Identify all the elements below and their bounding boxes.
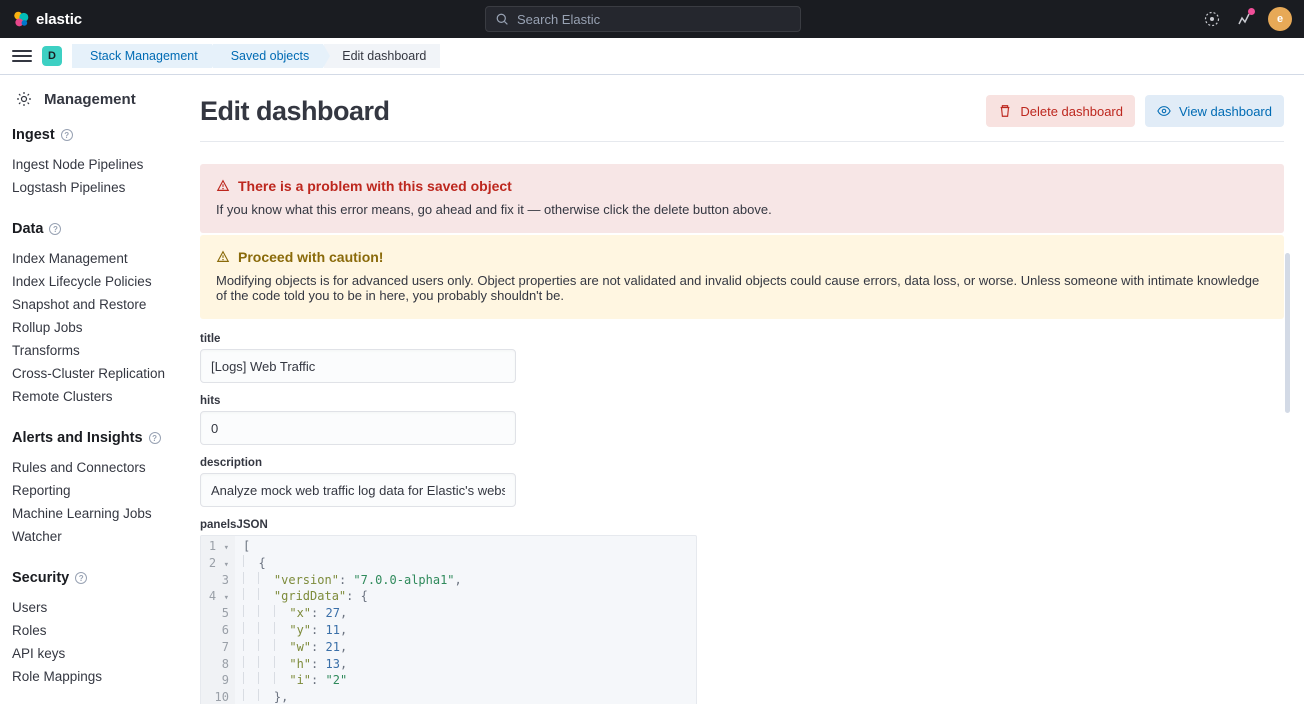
sidebar-item[interactable]: Users xyxy=(12,596,180,619)
sidebar-title: Management xyxy=(12,89,180,109)
elastic-logo-text: elastic xyxy=(36,11,82,28)
sidebar-item[interactable]: Ingest Node Pipelines xyxy=(12,153,180,176)
sidebar-item[interactable]: API keys xyxy=(12,642,180,665)
sidebar-item[interactable]: Rules and Connectors xyxy=(12,456,180,479)
view-dashboard-button[interactable]: View dashboard xyxy=(1145,95,1284,127)
sidebar-item[interactable]: Transforms xyxy=(12,339,180,362)
breadcrumb-stack-management[interactable]: Stack Management xyxy=(72,44,212,68)
callout-error-body: If you know what this error means, go ah… xyxy=(216,202,1268,217)
help-icon[interactable]: ? xyxy=(49,223,61,235)
sidebar-group-title: Data ? xyxy=(12,221,180,237)
title-label: title xyxy=(200,333,1284,345)
description-label: description xyxy=(200,457,1284,469)
scrollbar[interactable] xyxy=(1285,253,1290,413)
alert-icon xyxy=(216,250,230,264)
sidebar-group-title: Alerts and Insights ? xyxy=(12,430,180,446)
panelsjson-editor[interactable]: 1 ▾2 ▾34 ▾56789101112 ▾13 ▾14 ▾ [ { "ver… xyxy=(200,535,697,704)
global-topbar: elastic Search Elastic e xyxy=(0,0,1304,38)
alert-icon xyxy=(216,179,230,193)
breadcrumbs: Stack Management Saved objects Edit dash… xyxy=(72,44,440,68)
breadcrumb-current: Edit dashboard xyxy=(324,44,440,68)
panelsjson-label: panelsJSON xyxy=(200,519,1284,531)
search-placeholder: Search Elastic xyxy=(517,12,600,27)
delete-dashboard-button[interactable]: Delete dashboard xyxy=(986,95,1135,127)
newsfeed-icon[interactable] xyxy=(1236,11,1252,27)
global-search[interactable]: Search Elastic xyxy=(485,6,801,32)
hits-label: hits xyxy=(200,395,1284,407)
help-icon[interactable]: ? xyxy=(75,572,87,584)
elastic-logo[interactable]: elastic xyxy=(12,10,82,28)
sidebar-item[interactable]: Role Mappings xyxy=(12,665,180,688)
sidebar-item[interactable]: Rollup Jobs xyxy=(12,316,180,339)
gear-icon xyxy=(14,89,34,109)
notification-dot xyxy=(1248,8,1255,15)
sidebar-item[interactable]: Watcher xyxy=(12,525,180,548)
sidebar-item[interactable]: Logstash Pipelines xyxy=(12,176,180,199)
description-input[interactable] xyxy=(200,473,516,507)
trash-icon xyxy=(998,104,1012,118)
space-selector[interactable]: D xyxy=(42,46,62,66)
callout-warning: Proceed with caution! Modifying objects … xyxy=(200,235,1284,319)
sidebar-item[interactable]: Index Management xyxy=(12,247,180,270)
main-content: Edit dashboard Delete dashboard View das… xyxy=(180,75,1304,704)
sidebar-item[interactable]: Cross-Cluster Replication xyxy=(12,362,180,385)
sidebar-item[interactable]: Snapshot and Restore xyxy=(12,293,180,316)
nav-toggle-icon[interactable] xyxy=(12,50,32,62)
title-input[interactable] xyxy=(200,349,516,383)
subheader: D Stack Management Saved objects Edit da… xyxy=(0,38,1304,75)
sidebar-item[interactable]: Machine Learning Jobs xyxy=(12,502,180,525)
elastic-logo-icon xyxy=(12,10,30,28)
management-sidebar: Management Ingest ? Ingest Node Pipelines… xyxy=(0,75,180,704)
sidebar-group-title: Ingest ? xyxy=(12,127,180,143)
sidebar-item[interactable]: Roles xyxy=(12,619,180,642)
callout-error: There is a problem with this saved objec… xyxy=(200,164,1284,233)
hits-input[interactable] xyxy=(200,411,516,445)
page-title: Edit dashboard xyxy=(200,96,390,127)
sidebar-group-title: Security ? xyxy=(12,570,180,586)
sidebar-item[interactable]: Index Lifecycle Policies xyxy=(12,270,180,293)
help-icon[interactable]: ? xyxy=(149,432,161,444)
sidebar-item[interactable]: Remote Clusters xyxy=(12,385,180,408)
callout-error-title: There is a problem with this saved objec… xyxy=(238,178,512,194)
help-icon[interactable] xyxy=(1204,11,1220,27)
help-icon[interactable]: ? xyxy=(61,129,73,141)
callout-warning-title: Proceed with caution! xyxy=(238,249,383,265)
user-avatar[interactable]: e xyxy=(1268,7,1292,31)
search-icon xyxy=(496,13,509,26)
callout-warning-body: Modifying objects is for advanced users … xyxy=(216,273,1268,303)
sidebar-item[interactable]: Reporting xyxy=(12,479,180,502)
divider xyxy=(200,141,1284,142)
eye-icon xyxy=(1157,104,1171,118)
breadcrumb-saved-objects[interactable]: Saved objects xyxy=(213,44,324,68)
